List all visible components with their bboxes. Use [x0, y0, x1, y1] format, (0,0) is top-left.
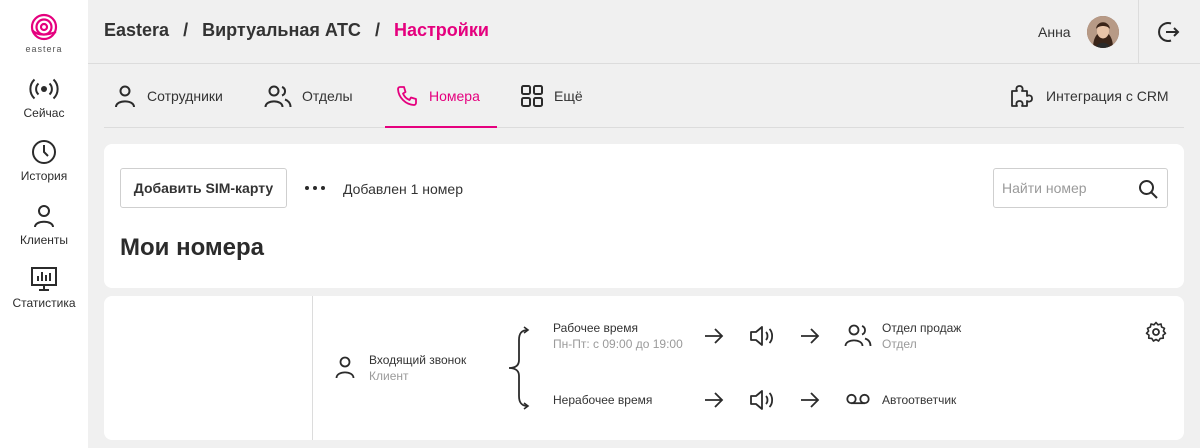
- non-work-time-title: Нерабочее время: [553, 393, 653, 407]
- tab-label: Отделы: [302, 88, 353, 104]
- speaker-icon: [750, 390, 774, 410]
- header-divider: [1138, 0, 1139, 64]
- incoming-call-subtitle: Клиент: [369, 369, 409, 383]
- active-tab-indicator: [385, 126, 497, 128]
- incoming-call-title: Входящий звонок: [369, 353, 467, 367]
- logo-text: eastera: [25, 44, 63, 54]
- page-title: Мои номера: [120, 234, 265, 261]
- gear-icon[interactable]: [1145, 321, 1167, 343]
- breadcrumb-separator: /: [374, 20, 380, 40]
- voicemail-icon: [846, 393, 870, 405]
- tab-label: Сотрудники: [147, 88, 223, 104]
- work-target-title[interactable]: Отдел продаж: [882, 321, 961, 335]
- sidebar-item-label: Клиенты: [19, 233, 69, 247]
- sidebar-item-clients[interactable]: Клиенты: [0, 203, 88, 247]
- speaker-icon: [750, 326, 774, 346]
- tab-bar: Сотрудники Отделы Номера Ещё Интеграция …: [104, 64, 1184, 128]
- work-target-subtitle: Отдел: [882, 337, 917, 351]
- chart-icon: [31, 267, 57, 291]
- logout-button[interactable]: [1156, 20, 1180, 49]
- clock-icon: [32, 140, 56, 164]
- arrow-right-icon: [705, 392, 724, 408]
- phone-icon: [397, 86, 417, 106]
- puzzle-icon: [1011, 85, 1033, 107]
- user-name[interactable]: Анна: [1038, 24, 1071, 40]
- logo[interactable]: eastera: [0, 12, 88, 54]
- sidebar-item-label: Статистика: [12, 296, 76, 310]
- added-count-text: Добавлен 1 номер: [343, 181, 463, 197]
- grid-icon: [521, 85, 543, 107]
- tab-label: Интеграция с CRM: [1046, 88, 1169, 104]
- person-icon: [115, 85, 135, 108]
- search-icon: [1139, 180, 1158, 199]
- sidebar-item-now[interactable]: Сейчас: [0, 76, 88, 120]
- breadcrumb-current: Настройки: [393, 20, 489, 40]
- work-time-schedule: Пн-Пт: с 09:00 до 19:00: [553, 337, 683, 351]
- sidebar-item-statistics[interactable]: Статистика: [0, 266, 88, 310]
- breadcrumb-separator: /: [183, 20, 189, 40]
- logout-icon: [1158, 22, 1180, 42]
- crm-integration-link[interactable]: Интеграция с CRM: [1008, 64, 1169, 128]
- more-dots-icon: [305, 186, 325, 190]
- more-options-button[interactable]: [304, 180, 326, 201]
- broadcast-icon: [29, 78, 59, 100]
- tab-employees[interactable]: Сотрудники: [113, 64, 223, 128]
- breadcrumb-item[interactable]: Виртуальная АТС: [202, 20, 361, 41]
- header: Eastera / Виртуальная АТС / Настройки Анна: [88, 0, 1200, 64]
- arrow-right-icon: [801, 392, 820, 408]
- add-sim-button[interactable]: Добавить SIM-карту: [120, 168, 287, 208]
- non-work-target-title[interactable]: Автоответчик: [882, 393, 956, 407]
- arrow-right-icon: [801, 328, 820, 344]
- breadcrumb: Eastera / Виртуальная АТС / Настройки: [104, 20, 489, 41]
- search-box: [993, 168, 1168, 208]
- tab-label: Ещё: [554, 88, 583, 104]
- card-divider: [312, 296, 313, 440]
- branch-brace-icon: [508, 326, 530, 410]
- avatar[interactable]: [1087, 16, 1119, 48]
- eastera-logo-icon: [30, 13, 58, 41]
- arrow-right-icon: [705, 328, 724, 344]
- work-time-title: Рабочее время: [553, 321, 638, 335]
- sidebar-item-history[interactable]: История: [0, 139, 88, 183]
- numbers-panel: Добавить SIM-карту Добавлен 1 номер Мои …: [104, 144, 1184, 288]
- sidebar: eastera Сейчас История Клиенты Статистик…: [0, 0, 88, 448]
- tab-label: Номера: [429, 88, 480, 104]
- group-icon: [844, 324, 872, 347]
- search-input[interactable]: [994, 169, 1134, 207]
- sidebar-item-label: Сейчас: [23, 106, 65, 120]
- tab-more[interactable]: Ещё: [520, 64, 583, 128]
- tab-numbers[interactable]: Номера: [395, 64, 480, 128]
- tab-departments[interactable]: Отделы: [264, 64, 353, 128]
- search-button[interactable]: [1138, 179, 1158, 204]
- avatar-image: [1087, 16, 1119, 48]
- sidebar-item-label: История: [20, 169, 68, 183]
- person-icon: [34, 205, 54, 228]
- group-icon: [264, 85, 292, 108]
- caller-icon: [335, 356, 355, 379]
- number-routing-card: Входящий звонок Клиент Рабочее время Пн-…: [104, 296, 1184, 440]
- breadcrumb-item[interactable]: Eastera: [104, 20, 169, 41]
